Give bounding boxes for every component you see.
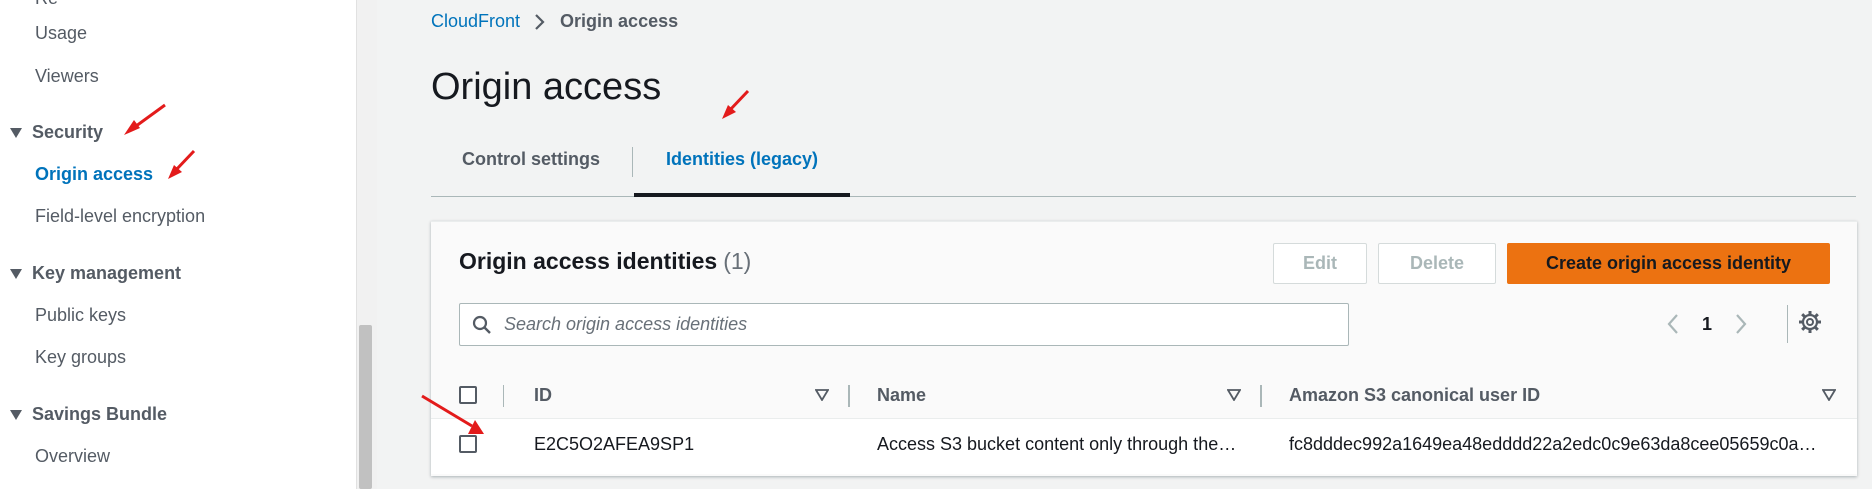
- chevron-right-icon[interactable]: [1734, 313, 1748, 335]
- chevron-right-icon: [534, 13, 546, 31]
- sidebar-item-partial[interactable]: Re: [35, 0, 58, 9]
- sidebar-item-overview[interactable]: Overview: [35, 446, 110, 467]
- column-divider[interactable]: [1260, 385, 1262, 407]
- column-header-canonical-user-id[interactable]: Amazon S3 canonical user ID: [1289, 372, 1540, 418]
- tab-bar: Control settings Identities (legacy): [431, 133, 1856, 197]
- tab-divider: [632, 147, 633, 177]
- annotation-arrow-icon: [722, 89, 750, 119]
- column-divider: [503, 385, 504, 407]
- select-all-checkbox[interactable]: [459, 386, 477, 404]
- tab-identities-legacy[interactable]: Identities (legacy): [634, 133, 1281, 196]
- create-origin-access-identity-button[interactable]: Create origin access identity: [1507, 243, 1830, 284]
- tab-control-settings[interactable]: Control settings: [431, 133, 631, 196]
- caret-down-icon: [10, 127, 22, 138]
- sidebar-scrollbar-thumb[interactable]: [359, 325, 372, 489]
- search-box[interactable]: [459, 303, 1349, 346]
- sidebar-item-public-keys[interactable]: Public keys: [35, 305, 126, 326]
- sidebar-section-security[interactable]: Security: [10, 122, 103, 143]
- sidebar-item-field-level-encryption[interactable]: Field-level encryption: [35, 206, 205, 227]
- table-row[interactable]: E2C5O2AFEA9SP1 Access S3 bucket content …: [431, 419, 1857, 474]
- pager-divider: [1787, 305, 1788, 343]
- sidebar-item-usage[interactable]: Usage: [35, 23, 87, 44]
- sidebar-section-savings-bundle[interactable]: Savings Bundle: [10, 404, 167, 425]
- pagination: 1: [1666, 309, 1748, 339]
- page-title: Origin access: [431, 66, 662, 108]
- caret-down-icon: [10, 268, 22, 279]
- row-checkbox[interactable]: [459, 435, 477, 453]
- caret-down-icon: [10, 409, 22, 420]
- tab-label: Identities (legacy): [665, 149, 819, 169]
- delete-button[interactable]: Delete: [1378, 243, 1496, 284]
- column-header-name[interactable]: Name: [877, 372, 926, 418]
- settings-gear-icon[interactable]: [1798, 310, 1822, 334]
- sidebar-item-origin-access[interactable]: Origin access: [35, 164, 153, 185]
- active-tab-indicator: [634, 193, 850, 197]
- search-input[interactable]: [502, 313, 1326, 336]
- table-header: ID Name Amazon S3 canonical user ID: [431, 372, 1857, 419]
- sidebar-item-key-groups[interactable]: Key groups: [35, 347, 126, 368]
- chevron-left-icon[interactable]: [1666, 313, 1680, 335]
- cell-name: Access S3 bucket content only through th…: [877, 434, 1237, 454]
- sidebar-item-viewers[interactable]: Viewers: [35, 66, 99, 87]
- item-count: (1): [723, 248, 752, 274]
- column-header-id[interactable]: ID: [534, 372, 552, 418]
- edit-button[interactable]: Edit: [1273, 243, 1367, 284]
- search-icon: [472, 315, 492, 335]
- sort-down-icon[interactable]: [815, 389, 829, 401]
- panel-title-text: Origin access identities: [459, 248, 718, 274]
- breadcrumb-current: Origin access: [560, 11, 679, 31]
- sort-down-icon[interactable]: [1822, 389, 1836, 401]
- sidebar: Re Usage Viewers Security Origin access …: [0, 0, 356, 489]
- cell-canonical-user-id: fc8dddec992a1649ea48edddd22a2edc0c9e63da…: [1289, 434, 1824, 454]
- column-divider[interactable]: [848, 385, 850, 407]
- origin-access-identities-panel: Origin access identities (1) Edit Delete …: [431, 221, 1857, 476]
- panel-title: Origin access identities (1): [459, 248, 751, 275]
- page-number[interactable]: 1: [1702, 314, 1712, 335]
- breadcrumb: CloudFront Origin access: [431, 11, 678, 32]
- sidebar-section-title: Key management: [32, 263, 182, 283]
- sidebar-section-title: Security: [32, 122, 104, 142]
- breadcrumb-cloudfront-link[interactable]: CloudFront: [431, 11, 520, 32]
- sidebar-section-title: Savings Bundle: [32, 404, 168, 424]
- cell-id: E2C5O2AFEA9SP1: [534, 434, 695, 454]
- sort-down-icon[interactable]: [1227, 389, 1241, 401]
- sidebar-section-key-management[interactable]: Key management: [10, 263, 181, 284]
